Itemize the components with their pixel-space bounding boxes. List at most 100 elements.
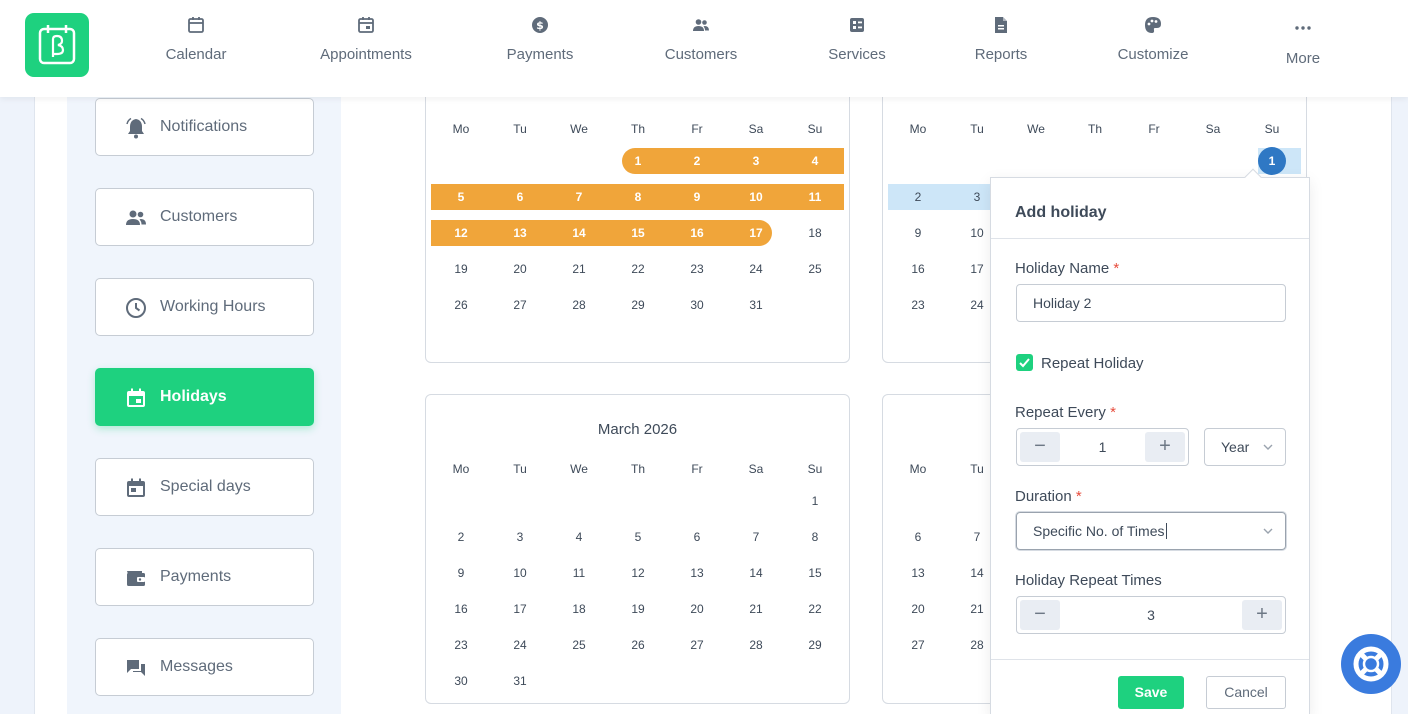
calendar-day[interactable]: 20 [500, 262, 540, 276]
calendar-day[interactable]: 6 [500, 190, 540, 204]
calendar-day[interactable]: 18 [795, 226, 835, 240]
calendar-day[interactable]: 13 [898, 566, 938, 580]
calendar-day[interactable]: 7 [559, 190, 599, 204]
calendar-day[interactable]: 1 [618, 154, 658, 168]
calendar-day[interactable]: 17 [736, 226, 776, 240]
calendar-day[interactable]: 2 [898, 190, 938, 204]
sidebar-item-holidays[interactable]: Holidays [95, 368, 314, 426]
calendar-day[interactable]: 29 [795, 638, 835, 652]
calendar-day[interactable]: 22 [795, 602, 835, 616]
calendar-day[interactable]: 4 [559, 530, 599, 544]
calendar-day[interactable]: 23 [898, 298, 938, 312]
calendar-day[interactable]: 29 [618, 298, 658, 312]
nav-services-label: Services [828, 46, 886, 63]
calendar-day[interactable]: 23 [441, 638, 481, 652]
calendar-day[interactable]: 27 [677, 638, 717, 652]
calendar-day[interactable]: 15 [618, 226, 658, 240]
help-button[interactable] [1341, 634, 1401, 694]
calendar-day[interactable]: 24 [500, 638, 540, 652]
calendar-day[interactable]: 25 [795, 262, 835, 276]
calendar-day[interactable]: 1 [795, 494, 835, 508]
calendar-day[interactable]: 20 [677, 602, 717, 616]
calendar-day[interactable]: 23 [677, 262, 717, 276]
calendar-day[interactable]: 19 [441, 262, 481, 276]
weekday-header: We [570, 462, 588, 476]
increment-button[interactable]: + [1145, 432, 1185, 462]
repeat-unit-select[interactable]: Year [1204, 428, 1286, 466]
calendar-day[interactable]: 3 [500, 530, 540, 544]
calendar-day[interactable]: 22 [618, 262, 658, 276]
calendar-day[interactable]: 18 [559, 602, 599, 616]
calendar-day[interactable]: 16 [441, 602, 481, 616]
save-button[interactable]: Save [1118, 676, 1184, 709]
calendar-day[interactable]: 7 [736, 530, 776, 544]
sidebar-item-payments[interactable]: Payments [95, 548, 314, 606]
calendar-day[interactable]: 19 [618, 602, 658, 616]
calendar-day[interactable]: 4 [795, 154, 835, 168]
increment-button[interactable]: + [1242, 600, 1282, 630]
calendar-day[interactable]: 30 [441, 674, 481, 688]
calendar-day[interactable]: 20 [898, 602, 938, 616]
calendar-day[interactable]: 17 [500, 602, 540, 616]
calendar-day[interactable]: 27 [500, 298, 540, 312]
calendar-day[interactable]: 6 [898, 530, 938, 544]
duration-select[interactable]: Specific No. of Times [1016, 512, 1286, 550]
calendar-day[interactable]: 16 [898, 262, 938, 276]
calendar-day[interactable]: 10 [500, 566, 540, 580]
nav-customers[interactable]: Customers [656, 16, 746, 63]
repeat-holiday-label[interactable]: Repeat Holiday [1041, 355, 1144, 372]
calendar-day[interactable]: 11 [559, 566, 599, 580]
calendar-day[interactable]: 15 [795, 566, 835, 580]
nav-customize[interactable]: Customize [1110, 16, 1196, 63]
calendar-day[interactable]: 6 [677, 530, 717, 544]
nav-reports[interactable]: Reports [966, 16, 1036, 63]
calendar-day[interactable]: 5 [441, 190, 481, 204]
nav-payments[interactable]: $ Payments [499, 16, 581, 63]
calendar-day[interactable]: 31 [500, 674, 540, 688]
nav-appointments[interactable]: Appointments [311, 16, 421, 63]
calendar-day[interactable]: 12 [441, 226, 481, 240]
calendar-day[interactable]: 13 [677, 566, 717, 580]
calendar-day[interactable]: 14 [736, 566, 776, 580]
repeat-holiday-checkbox[interactable] [1016, 354, 1033, 371]
selected-day-marker[interactable]: 1 [1258, 147, 1286, 175]
calendar-day[interactable]: 21 [736, 602, 776, 616]
calendar-day[interactable]: 2 [677, 154, 717, 168]
calendar-day[interactable]: 9 [441, 566, 481, 580]
calendar-day[interactable]: 3 [736, 154, 776, 168]
sidebar-item-customers[interactable]: Customers [95, 188, 314, 246]
calendar-day[interactable]: 13 [500, 226, 540, 240]
calendar-day[interactable]: 26 [618, 638, 658, 652]
calendar-day[interactable]: 28 [559, 298, 599, 312]
sidebar-item-working-hours[interactable]: Working Hours [95, 278, 314, 336]
calendar-day[interactable]: 25 [559, 638, 599, 652]
calendar-day[interactable]: 11 [795, 190, 835, 204]
calendar-day[interactable]: 12 [618, 566, 658, 580]
calendar-day[interactable]: 24 [736, 262, 776, 276]
sidebar-item-notifications[interactable]: Notifications [95, 98, 314, 156]
calendar-day[interactable]: 21 [559, 262, 599, 276]
calendar-day[interactable]: 14 [559, 226, 599, 240]
calendar-day[interactable]: 2 [441, 530, 481, 544]
calendar-day[interactable]: 16 [677, 226, 717, 240]
nav-services[interactable]: Services [820, 16, 894, 63]
nav-calendar[interactable]: Calendar [155, 16, 237, 63]
calendar-day[interactable]: 8 [795, 530, 835, 544]
calendar-day[interactable]: 31 [736, 298, 776, 312]
sidebar-item-special-days[interactable]: Special days [95, 458, 314, 516]
app-logo[interactable] [25, 13, 89, 77]
calendar-day[interactable]: 26 [441, 298, 481, 312]
calendar-day[interactable]: 9 [898, 226, 938, 240]
nav-more[interactable]: More [1276, 16, 1330, 67]
calendar-day[interactable]: 27 [898, 638, 938, 652]
cancel-button[interactable]: Cancel [1206, 676, 1286, 709]
calendar-day[interactable]: 9 [677, 190, 717, 204]
holiday-name-input[interactable]: Holiday 2 [1016, 284, 1286, 322]
calendar-day[interactable]: 28 [736, 638, 776, 652]
sidebar-item-messages[interactable]: Messages [95, 638, 314, 696]
calendar-day[interactable]: 10 [736, 190, 776, 204]
calendar-day[interactable]: 30 [677, 298, 717, 312]
calendar-day[interactable]: 5 [618, 530, 658, 544]
repeat-every-label: Repeat Every * [1015, 404, 1116, 421]
calendar-day[interactable]: 8 [618, 190, 658, 204]
